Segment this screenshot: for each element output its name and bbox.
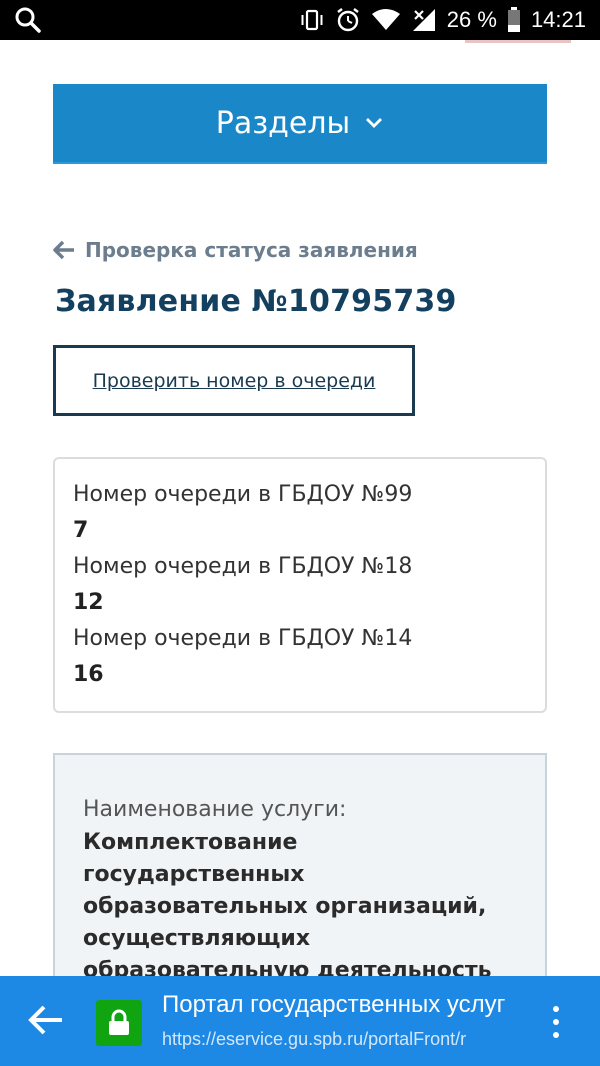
back-to-status-link[interactable]: Проверка статуса заявления [53, 236, 418, 264]
queue-item-label: Номер очереди в ГБДОУ №18 [73, 554, 413, 579]
queue-card: Номер очереди в ГБДОУ №99 7 Номер очеред… [53, 457, 547, 713]
lock-icon[interactable] [96, 1000, 142, 1046]
overflow-menu-icon[interactable] [548, 1006, 564, 1038]
service-card: Наименование услуги: Комплектование госу… [53, 753, 547, 976]
vibrate-icon [299, 8, 325, 32]
queue-item: Номер очереди в ГБДОУ №18 12 [73, 549, 527, 621]
clock: 14:21 [530, 7, 586, 32]
queue-item-label: Номер очереди в ГБДОУ №14 [73, 626, 413, 651]
service-name-line: Комплектование [83, 830, 298, 855]
back-arrow-icon[interactable] [28, 1004, 64, 1036]
service-name-line: образовательную деятельность [83, 958, 492, 976]
service-name-line: осуществляющих [83, 926, 311, 951]
back-link-label: Проверка статуса заявления [85, 238, 418, 262]
service-label: Наименование услуги: [83, 797, 347, 822]
service-name-line: государственных [83, 862, 305, 887]
queue-item-value: 12 [73, 590, 104, 615]
check-queue-label: Проверить номер в очереди [92, 369, 376, 392]
queue-item: Номер очереди в ГБДОУ №99 7 [73, 477, 527, 549]
browser-toolbar: Портал государственных услуг https://ese… [0, 976, 600, 1066]
arrow-left-icon [53, 240, 75, 260]
page-title: Заявление №10795739 [55, 284, 457, 319]
browser-url[interactable]: https://eservice.gu.spb.ru/portalFront/r [162, 1029, 532, 1050]
queue-item-value: 16 [73, 662, 104, 687]
chevron-down-icon [364, 116, 384, 130]
browser-page-title[interactable]: Портал государственных услуг [162, 991, 532, 1019]
battery-percent: 26 % [446, 7, 497, 32]
sections-label: Разделы [215, 105, 351, 141]
queue-item: Номер очереди в ГБДОУ №14 16 [73, 621, 527, 693]
check-queue-button[interactable]: Проверить номер в очереди [53, 345, 415, 416]
signal-icon [411, 7, 437, 33]
service-name-line: образовательных организаций, [83, 894, 487, 919]
battery-icon [507, 7, 521, 33]
queue-item-label: Номер очереди в ГБДОУ №99 [73, 482, 413, 507]
alarm-icon [335, 7, 361, 33]
queue-item-value: 7 [73, 518, 89, 543]
page-content: Разделы Проверка статуса заявления Заявл… [0, 40, 600, 976]
status-bar: 26 % 14:21 [0, 0, 600, 40]
decorative-strip [465, 40, 571, 43]
sections-dropdown-button[interactable]: Разделы [53, 84, 547, 164]
search-icon[interactable] [14, 6, 42, 34]
wifi-icon [371, 8, 401, 32]
